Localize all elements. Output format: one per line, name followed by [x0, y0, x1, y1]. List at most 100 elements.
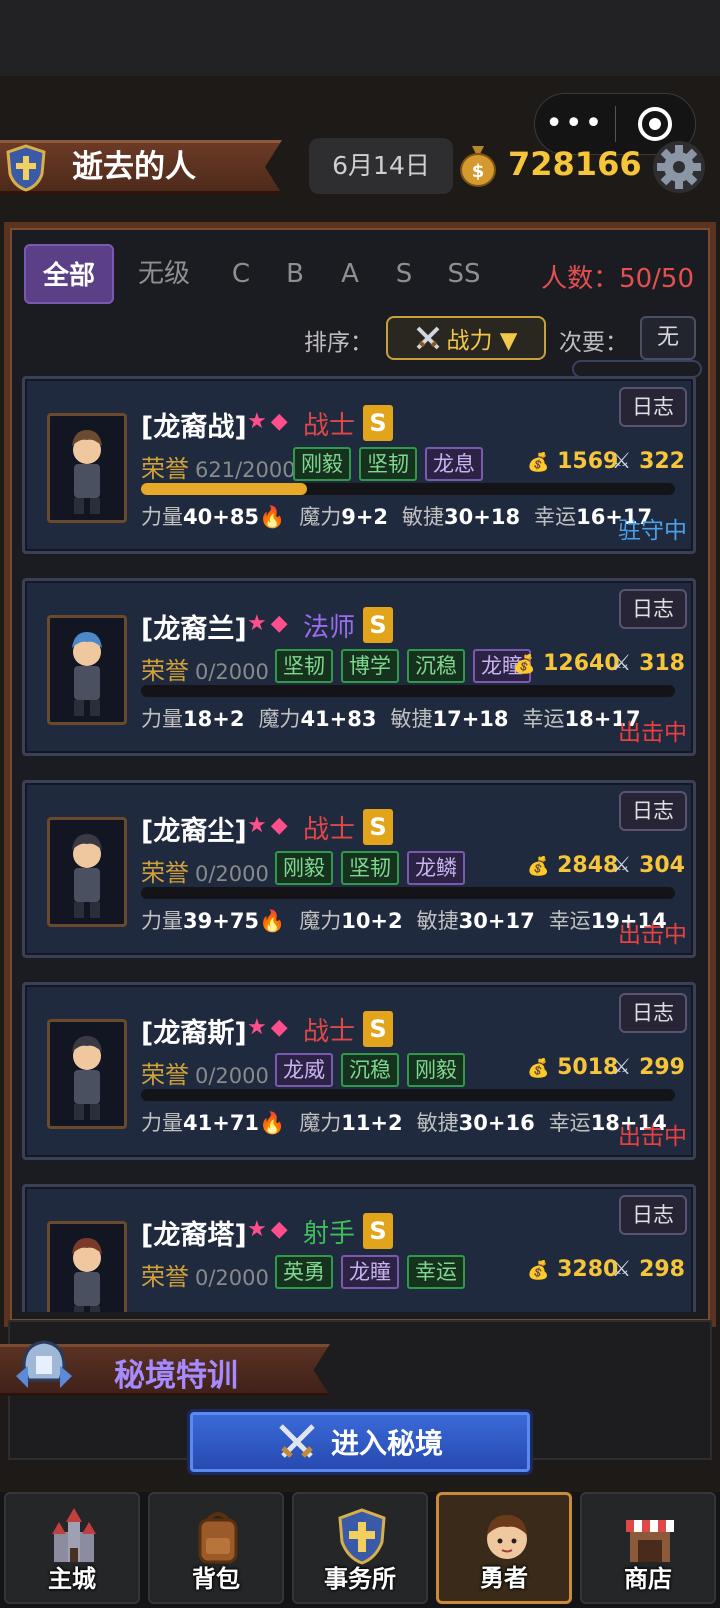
- honor-label: 荣誉: [141, 657, 189, 685]
- hero-honor: 荣誉 0/2000: [141, 1257, 269, 1292]
- hero-trait: 坚韧: [275, 649, 333, 683]
- tab-grade-s[interactable]: S: [378, 244, 430, 304]
- hero-log-button[interactable]: 日志: [619, 589, 687, 629]
- hero-trait: 龙瞳: [341, 1255, 399, 1289]
- hero-trait: 英勇: [275, 1255, 333, 1289]
- honor-value: 621/2000: [195, 458, 296, 482]
- hero-headcount: 人数：50/50: [541, 264, 694, 294]
- hero-name: [龙裔塔]: [141, 1220, 247, 1251]
- hero-stats: 力量41+71🔥 魔力11+2 敏捷30+16 幸运18+14: [141, 1107, 681, 1137]
- hero-rank-badge: S: [363, 809, 393, 845]
- realm-title: 秘境特训: [114, 1358, 238, 1394]
- tab-grade-a[interactable]: A: [322, 244, 378, 304]
- hero-rank-badge: S: [363, 607, 393, 643]
- nav-shop[interactable]: 商店: [580, 1492, 716, 1604]
- nav-main-city[interactable]: 主城: [4, 1492, 140, 1604]
- stat-label: 幸运: [534, 505, 577, 529]
- tab-no-grade[interactable]: 无级: [114, 244, 214, 304]
- crossed-swords-icon: ⚔: [611, 1055, 632, 1080]
- status-bar: [0, 0, 720, 76]
- close-miniprogram-button[interactable]: [616, 107, 696, 141]
- enter-realm-label: 进入秘境: [330, 1427, 443, 1460]
- sort-label: 排序：: [304, 330, 373, 356]
- hero-trait: 坚韧: [341, 851, 399, 885]
- gold-total: 728166: [508, 145, 642, 183]
- svg-text:$: $: [472, 161, 485, 182]
- honor-progress-bar: [141, 887, 675, 899]
- crossed-swords-icon: ⚔: [611, 449, 632, 474]
- hero-log-button[interactable]: 日志: [619, 387, 687, 427]
- settings-gear-icon[interactable]: [652, 140, 706, 194]
- nav-heroes[interactable]: 勇者: [436, 1492, 572, 1604]
- hero-stats: 力量18+2 魔力41+83 敏捷17+18 幸运18+17: [141, 703, 655, 733]
- hero-card[interactable]: [龙裔尘] ★◆ 战士 S 日志 荣誉 0/2000 刚毅 坚韧 龙鳞 💰 2848 ⚔ 304 力…: [22, 780, 696, 958]
- hero-card[interactable]: [龙裔斯] ★◆ 战士 S 日志 荣誉 0/2000 龙威 沉稳 刚毅 💰 5018 ⚔ 299 力…: [22, 982, 696, 1160]
- stat-label: 力量: [141, 707, 183, 731]
- sort-dropdown[interactable]: 战力 ▼: [386, 316, 546, 360]
- hero-card[interactable]: [龙裔兰] ★◆ 法师 S 日志 荣誉 0/2000 坚韧 博学 沉稳 龙瞳 💰 12640 ⚔ 3…: [22, 578, 696, 756]
- nav-label: 主城: [48, 1565, 96, 1593]
- hero-gold-value: 1569: [557, 449, 619, 474]
- hero-gold: 💰 1569: [527, 449, 618, 474]
- hero-stars: ★◆: [247, 611, 292, 636]
- hero-power: ⚔ 304: [612, 853, 685, 878]
- stat-value: 30+18: [444, 505, 521, 529]
- hero-status: 驻守中: [618, 518, 687, 544]
- hero-portrait: [47, 817, 127, 927]
- backpack-icon: [198, 1512, 238, 1564]
- stat-value: 9+2: [341, 505, 389, 529]
- hero-gold-value: 12640: [543, 651, 620, 676]
- hero-trait: 龙息: [425, 447, 483, 481]
- hero-log-button[interactable]: 日志: [619, 1195, 687, 1235]
- hero-log-button[interactable]: 日志: [619, 993, 687, 1033]
- crossed-swords-icon: [416, 326, 439, 350]
- hero-log-button[interactable]: 日志: [619, 791, 687, 831]
- grade-filter-tabs: 全部 无级 C B A S SS: [24, 244, 498, 304]
- nav-backpack[interactable]: 背包: [148, 1492, 284, 1604]
- crossed-swords-icon: ⚔: [611, 651, 632, 676]
- hero-card[interactable]: [龙裔塔] ★◆ 射手 S 日志 荣誉 0/2000 英勇 龙瞳 幸运 💰 3280 ⚔ 298: [22, 1184, 696, 1312]
- hero-trait: 龙威: [275, 1053, 333, 1087]
- hero-name: [龙裔斯]: [141, 1018, 247, 1049]
- stat-label: 敏捷: [416, 1111, 459, 1135]
- nav-agency[interactable]: 事务所: [292, 1492, 428, 1604]
- honor-value: 0/2000: [195, 1266, 269, 1290]
- honor-value: 0/2000: [195, 862, 269, 886]
- stat-value: 10+2: [341, 909, 403, 933]
- hero-gold: 💰 2848: [527, 853, 618, 878]
- hero-trait: 刚毅: [293, 447, 351, 481]
- hero-power-value: 322: [639, 449, 685, 474]
- hero-status: 出击中: [618, 1124, 687, 1150]
- stat-label: 幸运: [548, 909, 591, 933]
- tab-grade-b[interactable]: B: [268, 244, 322, 304]
- stat-value: 30+17: [458, 909, 535, 933]
- money-bag-icon: 💰: [527, 1260, 550, 1281]
- nav-label: 背包: [192, 1565, 240, 1593]
- hero-trait: 刚毅: [275, 851, 333, 885]
- stat-label: 敏捷: [416, 909, 459, 933]
- hero-name: [龙裔尘]: [141, 816, 247, 847]
- tab-all[interactable]: 全部: [24, 244, 114, 304]
- secondary-sort-label: 次要：: [559, 330, 628, 356]
- hero-trait: 沉稳: [407, 649, 465, 683]
- tab-grade-ss[interactable]: SS: [430, 244, 498, 304]
- hero-trait: 龙鳞: [407, 851, 465, 885]
- honor-label: 荣誉: [141, 859, 189, 887]
- hero-card[interactable]: [龙裔战] ★◆ 战士 S 日志 荣誉 621/2000 刚毅 坚韧 龙息 💰 1569 ⚔ 32…: [22, 376, 696, 554]
- hero-honor: 荣誉 621/2000: [141, 449, 296, 484]
- hero-name: [龙裔兰]: [141, 614, 247, 645]
- crossed-swords-icon: [279, 1424, 315, 1458]
- tab-grade-c[interactable]: C: [214, 244, 268, 304]
- money-bag-icon: 💰: [527, 452, 550, 473]
- hero-power-value: 299: [639, 1055, 685, 1080]
- stat-label: 魔力: [299, 505, 342, 529]
- money-bag-icon: 💰: [527, 856, 550, 877]
- secondary-sort-dropdown[interactable]: 无: [640, 316, 696, 360]
- hero-list[interactable]: [龙裔战] ★◆ 战士 S 日志 荣誉 621/2000 刚毅 坚韧 龙息 💰 1569 ⚔ 32…: [22, 376, 696, 1312]
- honor-label: 荣誉: [141, 1263, 189, 1291]
- hero-name: [龙裔战]: [141, 412, 247, 443]
- hero-trait: 幸运: [407, 1255, 465, 1289]
- nav-label: 商店: [624, 1565, 672, 1593]
- enter-realm-button[interactable]: 进入秘境: [190, 1412, 530, 1472]
- hero-rank-badge: S: [363, 1213, 393, 1249]
